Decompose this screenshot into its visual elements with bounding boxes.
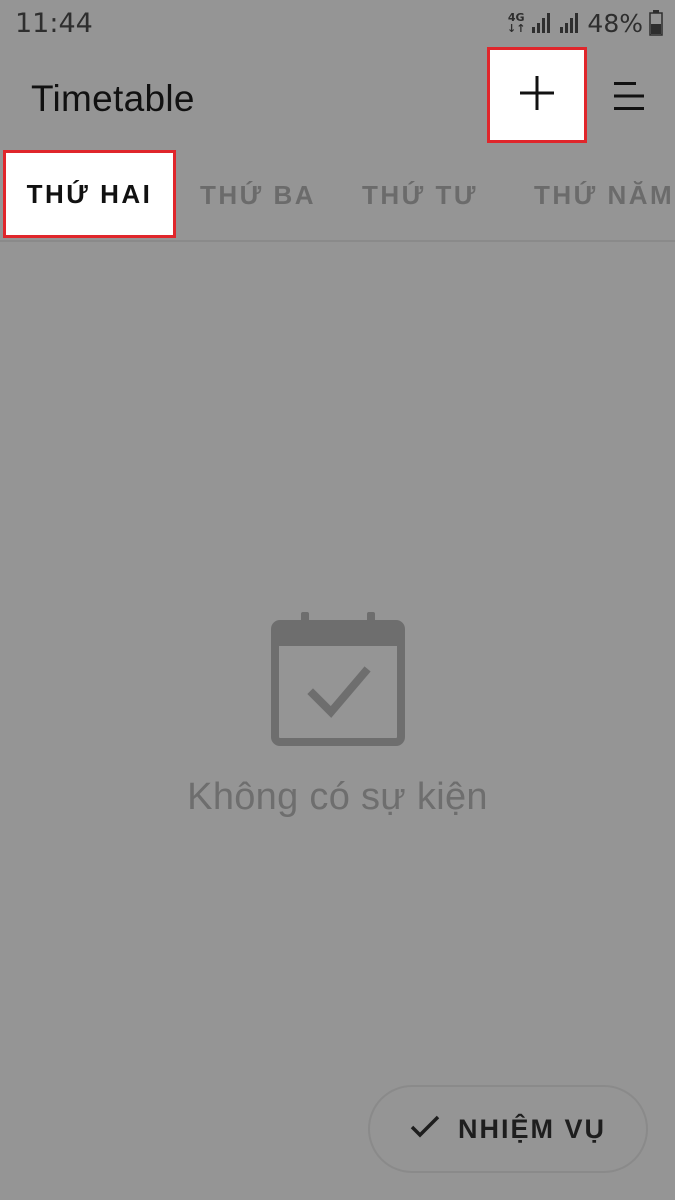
status-bar: 11:44 4G ↓↑ 48% xyxy=(0,0,675,46)
status-time: 11:44 xyxy=(15,8,93,39)
signal-strength-icon-2 xyxy=(559,12,581,34)
tab-wednesday[interactable]: THỨ TƯ xyxy=(362,150,478,240)
tab-monday[interactable]: THỨ HAI xyxy=(3,150,176,238)
check-icon xyxy=(410,1115,440,1144)
battery-percent: 48% xyxy=(587,8,643,38)
signal-strength-icon xyxy=(531,12,553,34)
empty-state: Không có sự kiện xyxy=(0,610,675,819)
data-activity-icon: ↓↑ xyxy=(506,22,526,35)
status-indicators: 4G ↓↑ 48% xyxy=(507,8,663,38)
plus-icon xyxy=(519,75,555,116)
add-event-button[interactable] xyxy=(487,47,587,143)
app-bar: Timetable xyxy=(0,46,675,150)
timetable-screen: 11:44 4G ↓↑ 48% Timetable THỨ HAI THỨ BA… xyxy=(0,0,675,1200)
network-type-indicator: 4G ↓↑ xyxy=(507,12,525,34)
tasks-button-label: NHIỆM VỤ xyxy=(457,1113,606,1144)
tasks-button[interactable]: NHIỆM VỤ xyxy=(368,1085,648,1173)
calendar-check-icon xyxy=(270,610,405,746)
battery-icon xyxy=(649,10,663,36)
tab-thursday[interactable]: THỨ NĂM xyxy=(534,150,674,240)
menu-icon xyxy=(612,79,646,118)
tab-tuesday[interactable]: THỨ BA xyxy=(200,150,316,240)
day-tab-bar: THỨ HAI THỨ BA THỨ TƯ THỨ NĂM xyxy=(0,150,675,242)
menu-button[interactable] xyxy=(605,74,653,122)
page-title: Timetable xyxy=(31,78,195,119)
empty-state-message: Không có sự kiện xyxy=(187,776,488,818)
